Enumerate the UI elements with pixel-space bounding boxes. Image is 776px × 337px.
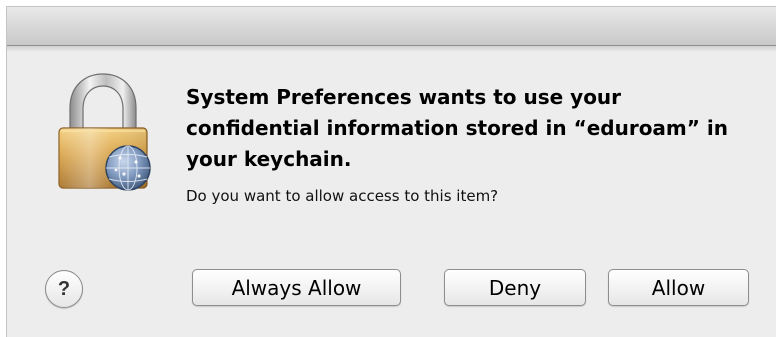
help-button[interactable]: ? bbox=[45, 270, 83, 308]
dialog-message: Do you want to allow access to this item… bbox=[186, 187, 499, 205]
deny-button[interactable]: Deny bbox=[444, 269, 586, 306]
allow-button[interactable]: Allow bbox=[608, 269, 749, 306]
always-allow-button[interactable]: Always Allow bbox=[192, 269, 401, 306]
help-question-icon: ? bbox=[57, 277, 71, 300]
keychain-access-dialog: System Preferences wants to use your con… bbox=[6, 6, 776, 337]
dialog-titlebar bbox=[7, 7, 776, 46]
keychain-lock-icon bbox=[54, 70, 154, 195]
dialog-title: System Preferences wants to use your con… bbox=[186, 85, 728, 171]
titlebar-shadow bbox=[7, 46, 776, 52]
